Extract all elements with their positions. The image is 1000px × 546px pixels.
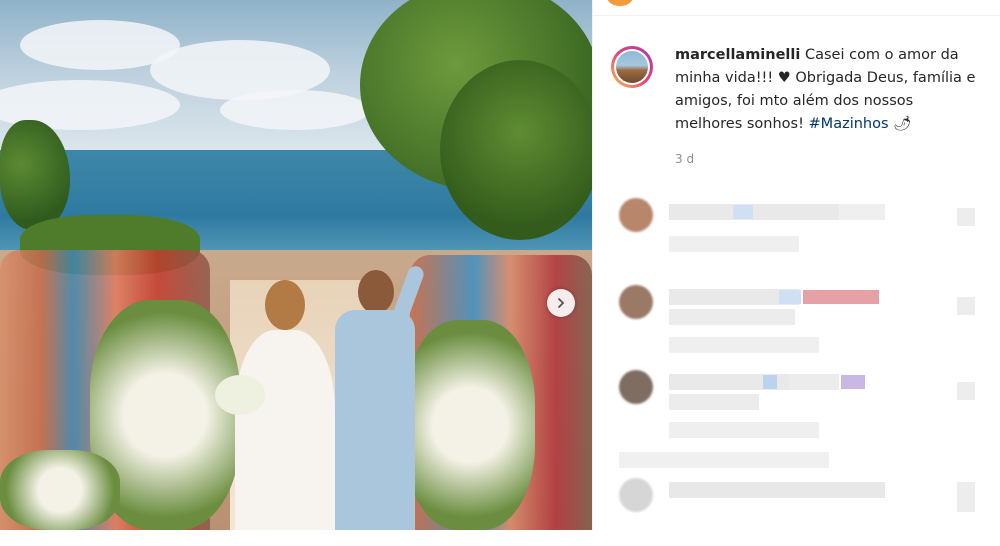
pepper-emoji: 🌶 bbox=[893, 116, 912, 132]
like-icon[interactable] bbox=[957, 482, 975, 512]
like-icon[interactable] bbox=[957, 382, 975, 400]
comment-avatar[interactable] bbox=[619, 478, 653, 512]
comment-item bbox=[593, 476, 1000, 546]
hashtag-link[interactable]: #Mazinhos bbox=[809, 116, 889, 132]
like-icon[interactable] bbox=[957, 297, 975, 315]
next-slide-button[interactable] bbox=[547, 289, 575, 317]
comment-item bbox=[593, 283, 1000, 353]
comment-item bbox=[593, 196, 1000, 266]
flower-arrangement bbox=[405, 320, 535, 530]
divider bbox=[593, 15, 1000, 16]
bride bbox=[215, 280, 335, 530]
post-caption: marcellaminelli Casei com o amor da minh… bbox=[675, 44, 981, 136]
profile-avatar[interactable] bbox=[611, 46, 653, 88]
chevron-right-icon bbox=[558, 298, 565, 308]
like-icon[interactable] bbox=[957, 208, 975, 226]
post-side-panel: marcellaminelli Casei com o amor da minh… bbox=[592, 0, 1000, 530]
username-link[interactable]: marcellaminelli bbox=[675, 47, 800, 63]
comment-avatar[interactable] bbox=[619, 285, 653, 319]
groom bbox=[330, 264, 426, 530]
avatar-image bbox=[616, 51, 648, 83]
comment-avatar[interactable] bbox=[619, 370, 653, 404]
tree bbox=[440, 60, 592, 240]
comment-item bbox=[593, 368, 1000, 438]
post-photo[interactable] bbox=[0, 0, 592, 530]
cloud bbox=[220, 90, 370, 130]
flower-arrangement bbox=[0, 450, 120, 530]
header-avatar[interactable] bbox=[607, 0, 633, 6]
post-timestamp[interactable]: 3 d bbox=[675, 152, 694, 166]
comment-avatar[interactable] bbox=[619, 198, 653, 232]
